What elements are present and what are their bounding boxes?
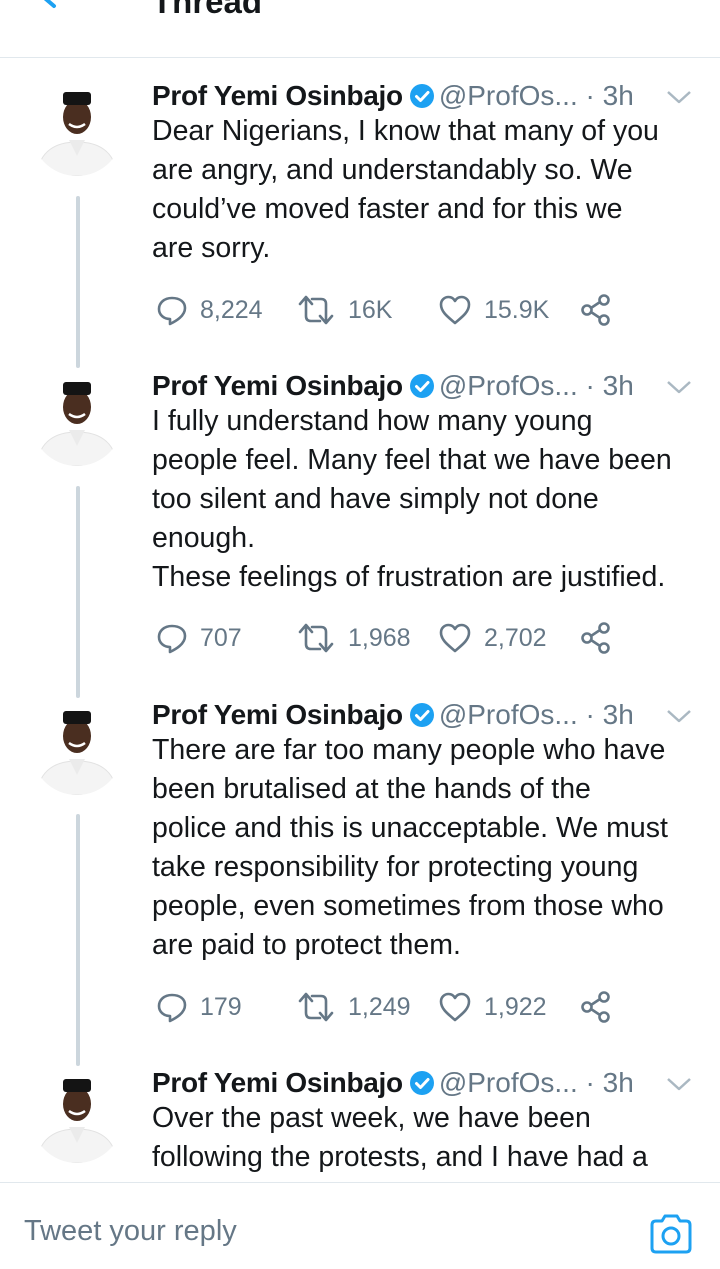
like-count: 1,922: [484, 993, 547, 1021]
reply-icon: [157, 624, 187, 654]
separator-dot: ·: [585, 699, 595, 730]
author-name[interactable]: Prof Yemi Osinbajo: [152, 699, 403, 730]
author-handle[interactable]: @ProfOs...: [439, 699, 578, 730]
reply-button[interactable]: 8,224: [156, 290, 263, 330]
reply-input[interactable]: Tweet your reply: [24, 1211, 237, 1251]
retweet-button[interactable]: 16K: [296, 290, 392, 330]
like-count: 15.9K: [484, 296, 550, 324]
share-button[interactable]: [580, 618, 612, 658]
page-title: Thread: [152, 0, 263, 20]
like-button[interactable]: 1,922: [438, 987, 547, 1027]
like-count: 2,702: [484, 624, 547, 652]
chevron-down-icon[interactable]: [664, 701, 694, 731]
retweet-count: 1,968: [348, 624, 411, 652]
reply-bar: Tweet your reply: [0, 1182, 720, 1269]
author-name[interactable]: Prof Yemi Osinbajo: [152, 370, 403, 401]
like-button[interactable]: 2,702: [438, 618, 547, 658]
tweet-actions: 179 1,249 1,922: [152, 987, 632, 1027]
tweet-text: Dear Nigerians, I know that many of you …: [152, 115, 659, 264]
back-arrow-icon[interactable]: [34, 0, 78, 22]
tweet-actions: 8,224 16K 15.9K: [152, 290, 632, 330]
avatar[interactable]: [31, 1071, 123, 1163]
verified-badge-icon: [409, 703, 434, 727]
tweet-text: There are far too many people who have b…: [152, 734, 668, 961]
tweet-header: Prof Yemi Osinbajo @ProfOs... · 3h: [152, 366, 712, 406]
reply-button[interactable]: 707: [156, 618, 242, 658]
reply-button[interactable]: 179: [156, 987, 242, 1027]
tweet-text: Over the past week, we have been followi…: [152, 1102, 648, 1173]
tweet-text: I fully understand how many young people…: [152, 405, 672, 593]
author-name[interactable]: Prof Yemi Osinbajo: [152, 1067, 403, 1098]
tweet-actions: 707 1,968 2,702: [152, 618, 632, 658]
like-button[interactable]: 15.9K: [438, 290, 549, 330]
tweet-header: Prof Yemi Osinbajo @ProfOs... · 3h: [152, 76, 712, 116]
retweet-button[interactable]: 1,968: [296, 618, 411, 658]
retweet-count: 16K: [348, 296, 393, 324]
reply-count: 179: [200, 993, 242, 1021]
share-icon: [581, 622, 610, 654]
verified-badge-icon: [409, 374, 434, 398]
heart-icon: [439, 623, 471, 653]
tweet-header: Prof Yemi Osinbajo @ProfOs... · 3h: [152, 695, 712, 735]
header-bar: Thread: [0, 0, 720, 58]
reply-count: 8,224: [200, 296, 263, 324]
tweet[interactable]: Prof Yemi Osinbajo @ProfOs... · 3h I full…: [0, 366, 720, 666]
reply-icon: [157, 993, 187, 1023]
heart-icon: [439, 992, 471, 1022]
tweet-timestamp[interactable]: 3h: [603, 699, 634, 730]
author-handle[interactable]: @ProfOs...: [439, 370, 578, 401]
tweet-timestamp[interactable]: 3h: [603, 1067, 634, 1098]
share-button[interactable]: [580, 290, 612, 330]
tweet-timestamp[interactable]: 3h: [603, 80, 634, 111]
tweet[interactable]: Prof Yemi Osinbajo @ProfOs... · 3h Dear N…: [0, 76, 720, 336]
separator-dot: ·: [585, 80, 595, 111]
camera-icon[interactable]: [648, 1213, 694, 1255]
share-icon: [581, 294, 610, 326]
tweet[interactable]: Prof Yemi Osinbajo @ProfOs... · 3h There …: [0, 695, 720, 1035]
tweet-timestamp[interactable]: 3h: [603, 370, 634, 401]
heart-icon: [439, 295, 471, 325]
separator-dot: ·: [585, 370, 595, 401]
chevron-down-icon[interactable]: [664, 1069, 694, 1099]
chevron-down-icon[interactable]: [664, 372, 694, 402]
chevron-down-icon[interactable]: [664, 82, 694, 112]
verified-badge-icon: [409, 84, 434, 108]
tweet[interactable]: Prof Yemi Osinbajo @ProfOs... · 3h Over t…: [0, 1063, 720, 1181]
avatar[interactable]: [31, 703, 123, 795]
avatar[interactable]: [31, 84, 123, 176]
share-icon: [581, 991, 610, 1023]
author-handle[interactable]: @ProfOs...: [439, 1067, 578, 1098]
retweet-count: 1,249: [348, 993, 411, 1021]
retweet-icon: [298, 623, 334, 653]
share-button[interactable]: [580, 987, 612, 1027]
author-handle[interactable]: @ProfOs...: [439, 80, 578, 111]
separator-dot: ·: [585, 1067, 595, 1098]
retweet-icon: [298, 295, 334, 325]
verified-badge-icon: [409, 1071, 434, 1095]
reply-icon: [157, 296, 187, 326]
author-name[interactable]: Prof Yemi Osinbajo: [152, 80, 403, 111]
reply-count: 707: [200, 624, 242, 652]
tweet-header: Prof Yemi Osinbajo @ProfOs... · 3h: [152, 1063, 712, 1103]
retweet-button[interactable]: 1,249: [296, 987, 411, 1027]
avatar[interactable]: [31, 374, 123, 466]
retweet-icon: [298, 992, 334, 1022]
